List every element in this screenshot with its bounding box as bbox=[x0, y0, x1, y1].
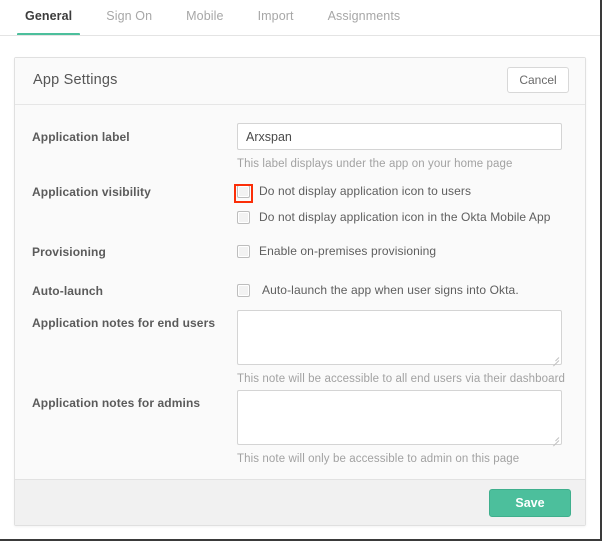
notes-end-users-field-group: This note will be accessible to all end … bbox=[237, 310, 565, 385]
notes-admins-label: Application notes for admins bbox=[32, 396, 201, 410]
auto-launch-label: Auto-launch bbox=[32, 284, 104, 298]
provisioning-label: Provisioning bbox=[32, 245, 106, 259]
checkbox-hide-icon-mobile-label: Do not display application icon in the O… bbox=[259, 210, 551, 224]
checkbox-hide-icon-users[interactable] bbox=[237, 184, 250, 198]
tab-sign-on-label: Sign On bbox=[106, 9, 153, 23]
card-footer: Save bbox=[15, 479, 585, 525]
save-button[interactable]: Save bbox=[489, 489, 571, 517]
card-body: Application label This label displays un… bbox=[15, 105, 585, 479]
checkbox-row-enable-provisioning[interactable]: Enable on-premises provisioning bbox=[237, 243, 436, 259]
notes-end-users-textarea-wrap bbox=[237, 310, 562, 367]
checkbox-auto-launch-label: Auto-launch the app when user signs into… bbox=[262, 283, 519, 297]
notes-admins-textarea[interactable] bbox=[237, 390, 562, 445]
app-settings-card: App Settings Cancel Application label Th… bbox=[14, 57, 586, 526]
app-settings-page: General Sign On Mobile Import Assignment… bbox=[0, 0, 602, 541]
tab-mobile[interactable]: Mobile bbox=[169, 0, 240, 37]
application-label-hint: This label displays under the app on you… bbox=[237, 158, 513, 170]
tab-sign-on[interactable]: Sign On bbox=[89, 0, 169, 37]
auto-launch-options: Auto-launch the app when user signs into… bbox=[237, 282, 519, 298]
notes-end-users-hint: This note will be accessible to all end … bbox=[237, 373, 566, 385]
notes-end-users-textarea[interactable] bbox=[237, 310, 562, 365]
page-title: App Settings bbox=[33, 72, 118, 88]
checkbox-auto-launch[interactable] bbox=[237, 283, 250, 297]
tab-import[interactable]: Import bbox=[241, 0, 311, 37]
tab-assignments-label: Assignments bbox=[327, 9, 401, 23]
checkbox-row-auto-launch[interactable]: Auto-launch the app when user signs into… bbox=[237, 282, 519, 298]
provisioning-options: Enable on-premises provisioning bbox=[237, 243, 436, 259]
tab-list: General Sign On Mobile Import Assignment… bbox=[8, 0, 417, 37]
tab-bar: General Sign On Mobile Import Assignment… bbox=[0, 0, 600, 37]
card-header: App Settings Cancel bbox=[15, 58, 585, 105]
cancel-button[interactable]: Cancel bbox=[507, 67, 569, 93]
notes-end-users-label: Application notes for end users bbox=[32, 316, 216, 330]
tab-mobile-label: Mobile bbox=[186, 9, 224, 23]
checkbox-hide-icon-mobile[interactable] bbox=[237, 210, 250, 224]
tab-assignments[interactable]: Assignments bbox=[311, 0, 418, 37]
application-visibility-options: Do not display application icon to users… bbox=[237, 183, 551, 225]
checkbox-row-hide-icon-users[interactable]: Do not display application icon to users bbox=[237, 183, 551, 199]
tab-bar-divider bbox=[0, 35, 600, 36]
notes-admins-hint: This note will only be accessible to adm… bbox=[237, 453, 520, 465]
notes-admins-field-group: This note will only be accessible to adm… bbox=[237, 390, 562, 465]
checkbox-hide-icon-users-label: Do not display application icon to users bbox=[259, 184, 472, 198]
checkbox-enable-provisioning-label: Enable on-premises provisioning bbox=[259, 244, 437, 258]
application-label-label: Application label bbox=[32, 130, 130, 144]
notes-admins-textarea-wrap bbox=[237, 390, 562, 447]
tab-general-label: General bbox=[25, 9, 73, 23]
application-visibility-label: Application visibility bbox=[32, 185, 151, 199]
tab-general[interactable]: General bbox=[8, 0, 89, 37]
application-label-field-group: This label displays under the app on you… bbox=[237, 123, 562, 170]
application-label-input[interactable] bbox=[237, 123, 562, 150]
tab-import-label: Import bbox=[257, 9, 294, 23]
checkbox-enable-provisioning[interactable] bbox=[237, 244, 250, 258]
checkbox-row-hide-icon-mobile[interactable]: Do not display application icon in the O… bbox=[237, 209, 551, 225]
